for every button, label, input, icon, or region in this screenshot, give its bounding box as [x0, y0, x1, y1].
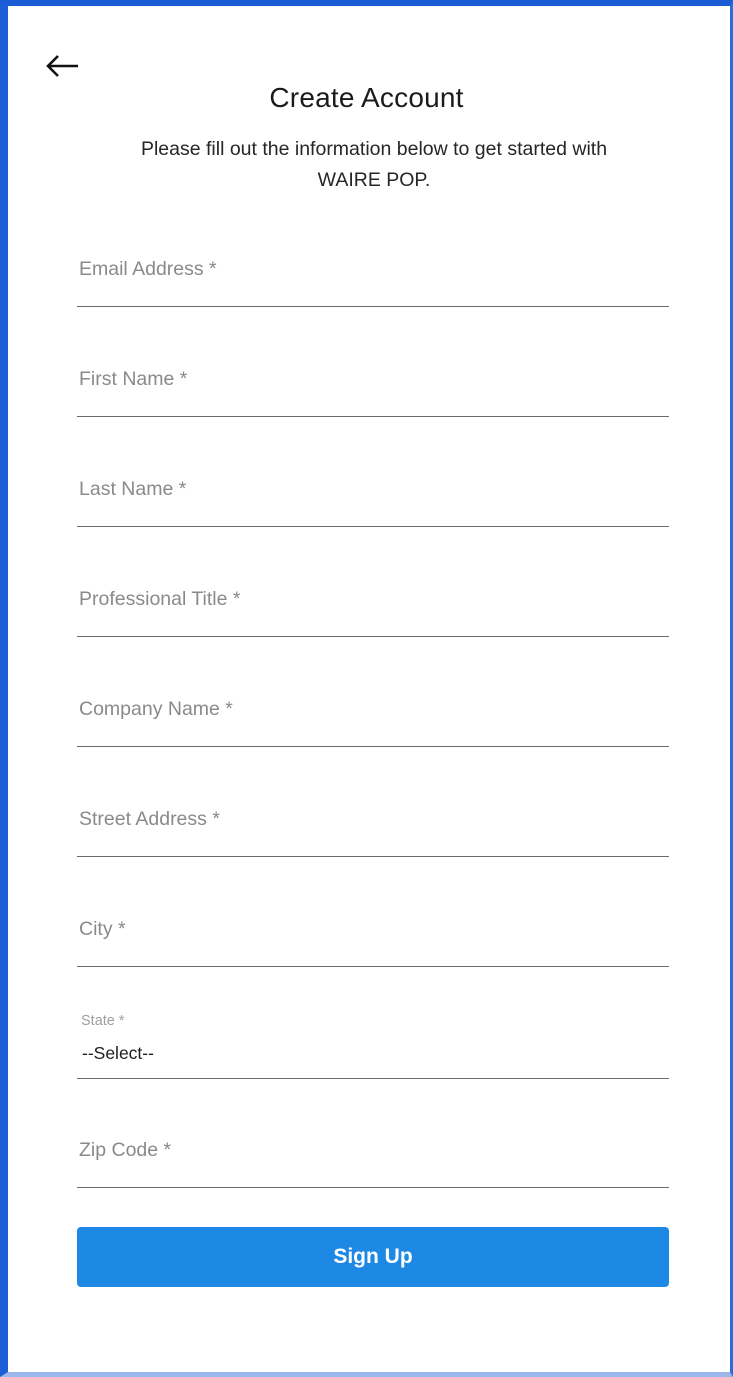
first-name-field[interactable]	[77, 357, 669, 417]
city-field[interactable]	[77, 907, 669, 967]
arrow-left-icon	[46, 55, 84, 77]
email-input[interactable]	[77, 247, 669, 306]
first-name-input[interactable]	[77, 357, 669, 416]
company-name-input[interactable]	[77, 687, 669, 746]
city-input[interactable]	[77, 907, 669, 966]
page-subtitle: Please fill out the information below to…	[80, 134, 668, 196]
page-title: Create Account	[269, 82, 464, 113]
subtitle-line-2: WAIRE POP.	[317, 169, 431, 191]
state-label: State *	[81, 1013, 125, 1029]
professional-title-input[interactable]	[77, 577, 669, 636]
zip-code-input[interactable]	[77, 1128, 669, 1187]
professional-title-field[interactable]	[77, 577, 669, 637]
back-button[interactable]	[38, 50, 84, 78]
email-field[interactable]	[77, 247, 669, 307]
state-field[interactable]: State * --Select--	[77, 1010, 669, 1079]
sign-up-button[interactable]: Sign Up	[77, 1227, 669, 1287]
street-address-field[interactable]	[77, 797, 669, 857]
street-address-input[interactable]	[77, 797, 669, 856]
last-name-field[interactable]	[77, 467, 669, 527]
state-select[interactable]: --Select--	[82, 1043, 154, 1064]
company-name-field[interactable]	[77, 687, 669, 747]
zip-code-field[interactable]	[77, 1128, 669, 1188]
subtitle-line-1: Please fill out the information below to…	[140, 138, 608, 160]
last-name-input[interactable]	[77, 467, 669, 526]
